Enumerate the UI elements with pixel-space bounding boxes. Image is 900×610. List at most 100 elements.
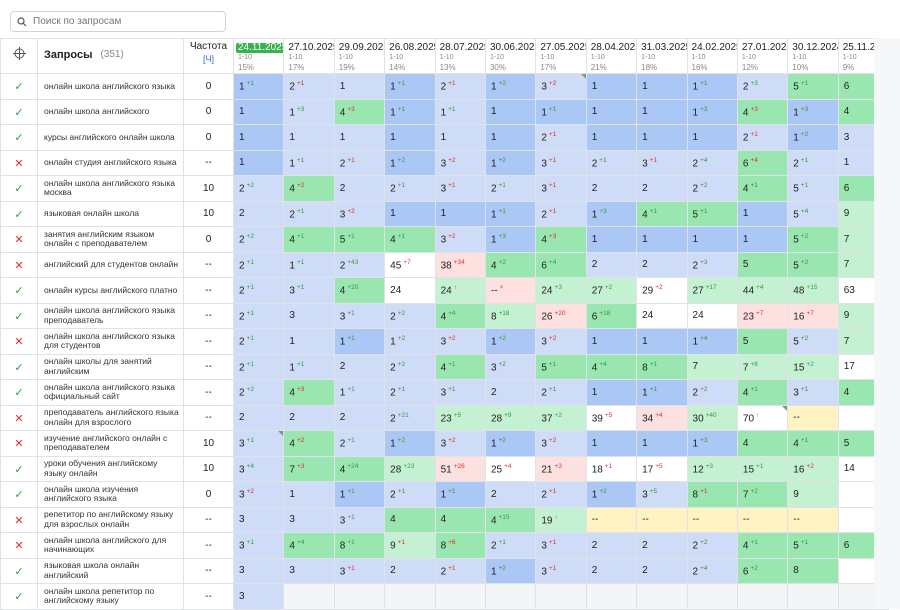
position-cell[interactable]: 1 xyxy=(636,98,688,125)
date-column-header[interactable]: 27.05.2025 1-10 17% xyxy=(535,38,587,74)
position-cell[interactable]: 2 +1 xyxy=(736,124,789,151)
date-column-header[interactable]: 24.02.2025 1-10 16% xyxy=(686,38,738,74)
position-cell[interactable]: 1 xyxy=(333,124,386,151)
position-cell[interactable]: 6 +18 xyxy=(585,302,638,329)
position-cell[interactable]: 4 +20 xyxy=(333,277,386,304)
query-cell[interactable]: репетитор по английскому языку для взрос… xyxy=(37,506,184,533)
position-cell[interactable]: 4 +3 xyxy=(333,98,386,125)
position-cell[interactable]: 37 +2 xyxy=(535,404,587,431)
table-row[interactable]: ✓ языковая школа онлайн английский -- 3 3 3 +1… xyxy=(0,557,890,584)
query-cell[interactable]: занятия английским языком онлайн с препо… xyxy=(37,226,184,253)
position-cell[interactable]: 1 +4 xyxy=(686,328,738,355)
position-cell[interactable]: 1 xyxy=(585,98,638,125)
position-cell[interactable]: 8 xyxy=(787,557,839,584)
position-cell[interactable]: 1 +1 xyxy=(686,73,738,100)
position-cell[interactable]: 8 +6 xyxy=(434,532,486,559)
position-cell[interactable]: 2 +1 xyxy=(484,175,537,202)
position-cell[interactable]: 3 +2 xyxy=(484,353,537,380)
table-row[interactable]: ✕ онлайн студия английского языка -- 1 1 +1 2 +… xyxy=(0,149,890,176)
position-cell[interactable]: 5 +1 xyxy=(686,200,738,227)
position-cell[interactable]: 9 +1 xyxy=(384,532,436,559)
position-cell[interactable]: -- xyxy=(736,506,789,533)
position-cell[interactable]: 4 +3 xyxy=(283,379,335,406)
position-cell[interactable]: 4 +1 xyxy=(787,430,839,457)
table-row[interactable]: ✓ онлайн школа английского языка официаль… xyxy=(0,379,890,406)
position-cell[interactable]: 7 +2 xyxy=(736,481,789,508)
position-cell[interactable]: 2 +1 xyxy=(484,532,537,559)
position-cell[interactable]: 30 +40 xyxy=(686,404,738,431)
position-cell[interactable]: 2 xyxy=(333,404,386,431)
position-cell[interactable]: 2 +2 xyxy=(686,175,738,202)
position-cell[interactable]: 1 xyxy=(686,124,738,151)
position-cell[interactable]: 5 xyxy=(736,251,789,278)
table-row[interactable]: ✓ онлайн школы для занятий английским -- 2 +… xyxy=(0,353,890,380)
position-cell[interactable]: 5 +1 xyxy=(787,532,839,559)
position-cell[interactable]: 5 +1 xyxy=(787,175,839,202)
position-cell[interactable]: 1 +2 xyxy=(484,73,537,100)
position-cell[interactable]: 3 +2 xyxy=(434,430,486,457)
position-cell[interactable] xyxy=(585,583,638,610)
position-cell[interactable]: 3 +1 xyxy=(333,557,386,584)
position-cell[interactable]: 24 xyxy=(686,302,738,329)
position-cell[interactable]: 5 +1 xyxy=(535,353,587,380)
position-cell[interactable]: 2 xyxy=(636,532,688,559)
position-cell[interactable]: 34 +4 xyxy=(636,404,688,431)
position-cell[interactable]: 1 xyxy=(636,124,688,151)
position-cell[interactable] xyxy=(636,583,688,610)
position-cell[interactable]: 15 +1 xyxy=(736,455,789,482)
position-cell[interactable] xyxy=(787,583,839,610)
position-cell[interactable]: 26 +20 xyxy=(535,302,587,329)
position-cell[interactable]: -- xyxy=(787,404,839,431)
position-cell[interactable]: 23 +5 xyxy=(434,404,486,431)
position-cell[interactable]: 29 +2 xyxy=(636,277,688,304)
position-cell[interactable]: 3 xyxy=(232,506,285,533)
date-column-header[interactable]: 24.11.2025 1-10 15% xyxy=(232,38,285,74)
position-cell[interactable]: 1 xyxy=(232,149,285,176)
date-column-header[interactable]: 27.10.2025 1-10 17% xyxy=(283,38,335,74)
table-row[interactable]: ✓ онлайн школа английского 0 1 1 +3 4 +3 1 +1 1 +1 1… xyxy=(0,98,890,125)
position-cell[interactable]: 45 +7 xyxy=(384,251,436,278)
position-cell[interactable]: 1 +1 xyxy=(333,481,386,508)
position-cell[interactable]: 3 +2 xyxy=(535,430,587,457)
table-row[interactable]: ✓ онлайн курсы английского платно -- 2 +1 3 +1… xyxy=(0,277,890,304)
position-cell[interactable]: 2 +1 xyxy=(283,73,335,100)
position-cell[interactable]: 2 +1 xyxy=(232,328,285,355)
position-cell[interactable]: 1 xyxy=(384,124,436,151)
position-cell[interactable]: 2 +1 xyxy=(384,379,436,406)
position-cell[interactable]: 39 +5 xyxy=(585,404,638,431)
position-cell[interactable]: 8 +1 xyxy=(333,532,386,559)
table-row[interactable]: ✕ онлайн школа английского языка для студ… xyxy=(0,328,890,355)
position-cell[interactable]: 1 xyxy=(585,379,638,406)
query-cell[interactable]: курсы английского онлайн школа xyxy=(37,124,184,151)
position-cell[interactable]: 28 +23 xyxy=(384,455,436,482)
position-cell[interactable]: 24 ↑ xyxy=(434,277,486,304)
position-cell[interactable]: 5 +4 xyxy=(787,200,839,227)
position-cell[interactable]: 17 +5 xyxy=(636,455,688,482)
position-cell[interactable]: 1 xyxy=(636,226,688,253)
position-cell[interactable]: 3 +1 xyxy=(535,175,587,202)
position-cell[interactable]: 1 xyxy=(686,226,738,253)
position-cell[interactable]: 28 +9 xyxy=(484,404,537,431)
position-cell[interactable]: 1 xyxy=(232,124,285,151)
position-cell[interactable]: 2 +1 xyxy=(283,200,335,227)
position-cell[interactable]: 16 +2 xyxy=(787,455,839,482)
position-cell[interactable]: 1 +1 xyxy=(283,353,335,380)
query-cell[interactable]: английский для студентов онлайн xyxy=(37,251,184,278)
position-cell[interactable]: 3 +1 xyxy=(232,532,285,559)
table-row[interactable]: ✓ языковая онлайн школа 10 2 2 +1 3 +2 1 1 1 +1 2 +1 1… xyxy=(0,200,890,227)
position-cell[interactable]: 25 +4 xyxy=(484,455,537,482)
table-row[interactable]: ✓ онлайн школа репетитор по английскому я… xyxy=(0,583,890,610)
position-cell[interactable]: 7 +3 xyxy=(283,455,335,482)
position-cell[interactable]: 2 +1 xyxy=(333,430,386,457)
table-row[interactable]: ✓ онлайн школа английского языка 0 1 +1 2 +1 1 1… xyxy=(0,73,890,100)
position-cell[interactable]: 4 +3 xyxy=(736,98,789,125)
date-column-header[interactable]: 30.12.2024 1-10 10% xyxy=(787,38,839,74)
scrollbar[interactable] xyxy=(874,38,900,609)
position-cell[interactable]: 2 xyxy=(484,481,537,508)
position-cell[interactable]: 1 +1 xyxy=(333,379,386,406)
position-cell[interactable]: 27 +2 xyxy=(585,277,638,304)
position-cell[interactable]: 2 +1 xyxy=(535,379,587,406)
query-cell[interactable]: онлайн курсы английского платно xyxy=(37,277,184,304)
position-cell[interactable]: 1 xyxy=(585,73,638,100)
position-cell[interactable]: 4 +2 xyxy=(283,430,335,457)
